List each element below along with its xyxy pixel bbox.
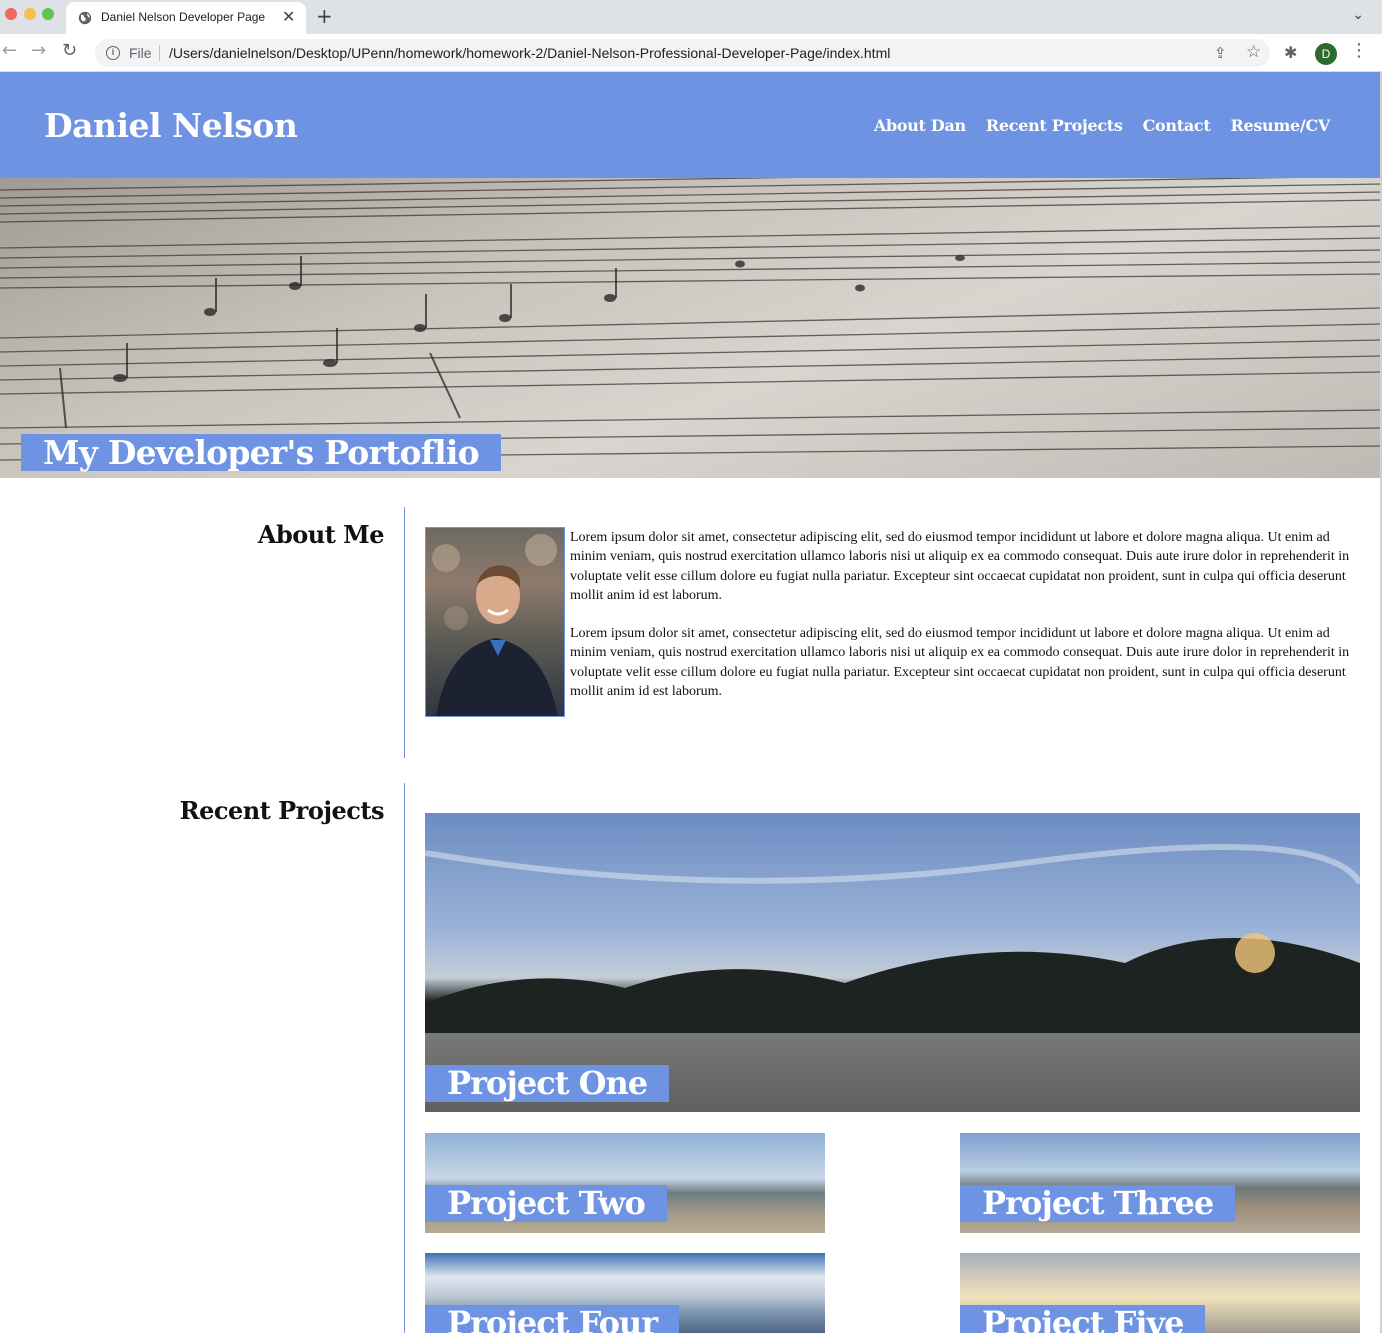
project-label: Project Three bbox=[960, 1184, 1236, 1222]
hero-title: My Developer's Portoflio bbox=[43, 433, 480, 472]
new-tab-icon[interactable]: + bbox=[316, 4, 333, 28]
project-label: Project Five bbox=[960, 1304, 1206, 1333]
project-title: Project Four bbox=[447, 1304, 658, 1333]
project-label: Project One bbox=[425, 1064, 670, 1102]
share-icon[interactable]: ⇪ bbox=[1214, 44, 1227, 62]
about-divider bbox=[404, 507, 405, 758]
projects-heading: Recent Projects bbox=[179, 796, 385, 825]
projects-divider bbox=[404, 783, 405, 1333]
nav-link-about[interactable]: About Dan bbox=[874, 116, 966, 135]
hero-title-banner: My Developer's Portoflio bbox=[21, 434, 501, 471]
about-text: Lorem ipsum dolor sit amet, consectetur … bbox=[570, 528, 1360, 720]
url-scheme-label: File bbox=[129, 45, 152, 61]
zoom-window-button[interactable] bbox=[42, 8, 54, 20]
back-arrow-icon[interactable]: ← bbox=[2, 40, 17, 61]
project-card-three[interactable]: Project Three bbox=[960, 1133, 1360, 1233]
close-window-button[interactable] bbox=[5, 8, 17, 20]
address-bar[interactable]: i File /Users/danielnelson/Desktop/UPenn… bbox=[95, 39, 1270, 67]
nav-link-resume[interactable]: Resume/CV bbox=[1230, 116, 1330, 135]
project-title: Project Three bbox=[982, 1184, 1214, 1222]
tab-title: Daniel Nelson Developer Page bbox=[101, 10, 266, 24]
about-paragraph: Lorem ipsum dolor sit amet, consectetur … bbox=[570, 626, 1350, 700]
nav-link-recent-projects[interactable]: Recent Projects bbox=[986, 116, 1123, 135]
bookmark-star-icon[interactable]: ☆ bbox=[1246, 42, 1261, 62]
project-title: Project Two bbox=[447, 1184, 646, 1222]
project-label: Project Four bbox=[425, 1304, 680, 1333]
project-title: Project One bbox=[447, 1064, 648, 1102]
project-card-two[interactable]: Project Two bbox=[425, 1133, 825, 1233]
site-name: Daniel Nelson bbox=[44, 106, 298, 145]
address-separator bbox=[159, 45, 160, 61]
hero-image: My Developer's Portoflio bbox=[0, 178, 1382, 478]
project-label: Project Two bbox=[425, 1185, 667, 1222]
browser-toolbar: ← → ↻ i File /Users/danielnelson/Desktop… bbox=[0, 34, 1382, 72]
portrait-illustration bbox=[432, 534, 558, 716]
extensions-puzzle-icon[interactable]: ✱ bbox=[1284, 43, 1297, 62]
project-card-five[interactable]: Project Five bbox=[960, 1253, 1360, 1333]
project-card-four[interactable]: Project Four bbox=[425, 1253, 825, 1333]
nav-link-contact[interactable]: Contact bbox=[1143, 116, 1211, 135]
info-icon[interactable]: i bbox=[106, 46, 120, 60]
profile-avatar[interactable]: D bbox=[1315, 43, 1337, 65]
browser-tab-bar: Daniel Nelson Developer Page ✕ + ⌄ bbox=[0, 0, 1382, 34]
globe-icon bbox=[78, 11, 92, 25]
browser-menu-icon[interactable]: ⋮ bbox=[1350, 40, 1368, 61]
url-text[interactable]: /Users/danielnelson/Desktop/UPenn/homewo… bbox=[169, 45, 890, 61]
profile-photo bbox=[425, 527, 565, 717]
forward-arrow-icon[interactable]: → bbox=[31, 40, 46, 61]
project-card-one[interactable]: Project One bbox=[425, 813, 1360, 1112]
about-paragraph: Lorem ipsum dolor sit amet, consectetur … bbox=[570, 530, 1350, 603]
browser-tab-active[interactable]: Daniel Nelson Developer Page ✕ bbox=[66, 2, 306, 34]
site-nav: About Dan Recent Projects Contact Resume… bbox=[874, 116, 1330, 135]
about-heading: About Me bbox=[257, 520, 385, 549]
reload-icon[interactable]: ↻ bbox=[62, 40, 77, 61]
site-header: Daniel Nelson About Dan Recent Projects … bbox=[0, 72, 1382, 178]
tab-close-icon[interactable]: ✕ bbox=[282, 7, 295, 26]
tab-search-chevron-icon[interactable]: ⌄ bbox=[1352, 7, 1364, 23]
project-title: Project Five bbox=[982, 1304, 1184, 1333]
minimize-window-button[interactable] bbox=[24, 8, 36, 20]
